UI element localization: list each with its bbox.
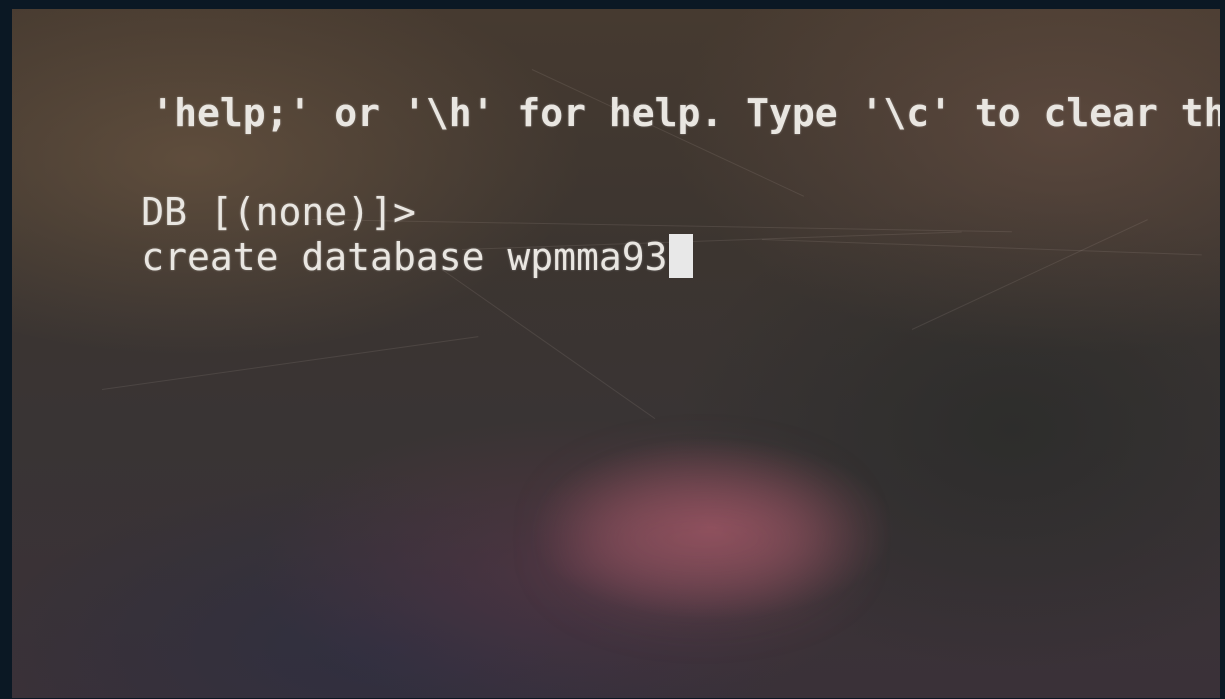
screen-glare [572,479,832,599]
photo-frame: 'help;' or '\h' for help. Type '\c' to c… [0,0,1225,699]
mariadb-prompt: DB [(none)]> [141,190,416,234]
terminal-command-line[interactable]: DB [(none)]> create database wpmma93 [12,146,694,323]
text-cursor [669,234,694,278]
screen-scratch [101,336,479,390]
help-text: 'help;' or '\h' for help. Type '\c' to c… [151,91,1220,135]
command-text[interactable]: create database wpmma93 [141,235,667,279]
screen-scratch [911,219,1148,330]
screen-scratch [761,239,1202,256]
terminal-screen[interactable]: 'help;' or '\h' for help. Type '\c' to c… [12,9,1220,698]
